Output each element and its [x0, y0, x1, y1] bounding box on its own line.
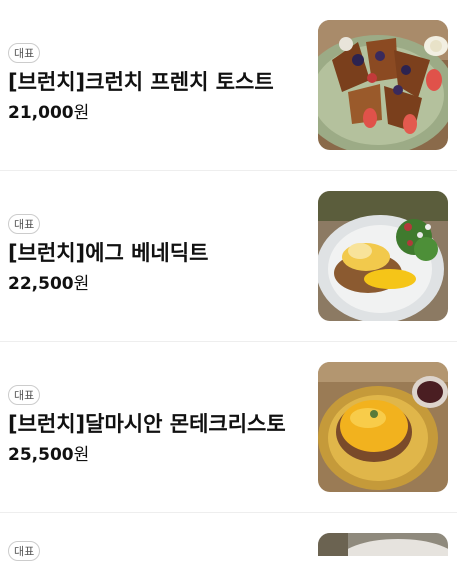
price-currency: 원: [73, 274, 90, 294]
eggs-benedict-photo[interactable]: [318, 191, 448, 321]
price-value: 22,500: [8, 274, 74, 294]
menu-item-price: 22,500원: [8, 273, 89, 295]
menu-item[interactable]: 대표 [브런치]달마시안 몬테크리스토 25,500원: [0, 342, 457, 513]
menu-item-name: [브런치]크런치 프렌치 토스트: [8, 70, 274, 94]
menu-item-name: [브런치]달마시안 몬테크리스토: [8, 412, 286, 436]
signature-badge: 대표: [8, 214, 41, 234]
signature-badge: 대표: [8, 43, 41, 63]
signature-badge: 대표: [8, 541, 41, 561]
menu-item-price: 21,000원: [8, 102, 89, 124]
menu-list: 대표 [브런치]크런치 프렌치 토스트 21,000원 대표 [브런치]에그 베…: [0, 0, 457, 561]
monte-cristo-photo[interactable]: [318, 362, 448, 492]
menu-item-name: [브런치]에그 베네딕트: [8, 241, 209, 265]
menu-item[interactable]: 대표: [0, 513, 457, 561]
menu-item-price: 25,500원: [8, 444, 89, 466]
price-currency: 원: [73, 445, 90, 465]
signature-badge: 대표: [8, 385, 41, 405]
menu-item[interactable]: 대표 [브런치]크런치 프렌치 토스트 21,000원: [0, 0, 457, 171]
price-currency: 원: [73, 103, 90, 123]
menu-item[interactable]: 대표 [브런치]에그 베네딕트 22,500원: [0, 171, 457, 342]
french-toast-photo[interactable]: [318, 20, 448, 150]
partial-dish-photo[interactable]: [318, 533, 448, 556]
price-value: 25,500: [8, 445, 74, 465]
price-value: 21,000: [8, 103, 74, 123]
